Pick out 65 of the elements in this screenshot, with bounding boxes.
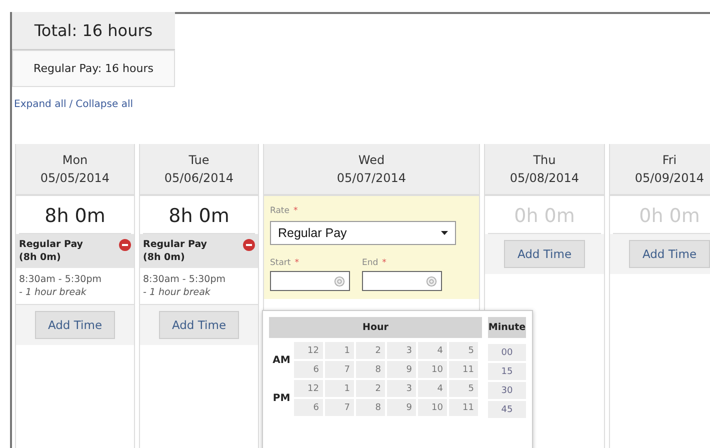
period-label: AM: [272, 354, 292, 366]
input-field[interactable]: [270, 271, 350, 291]
add-time-button[interactable]: Add Time: [504, 240, 585, 268]
hour-option[interactable]: 3: [387, 380, 416, 397]
hour-option[interactable]: 12: [294, 342, 323, 359]
entry-time: 8:30am - 5:30pm: [19, 273, 102, 286]
hour-option[interactable]: 1: [325, 380, 354, 397]
expand-all-link[interactable]: Expand all: [14, 99, 66, 110]
hour-option[interactable]: 4: [418, 342, 447, 359]
pay-rate: Regular Pay: [19, 238, 83, 251]
entry-duration: (8h 0m): [143, 251, 186, 264]
hour-option[interactable]: 2: [356, 342, 385, 359]
hour-option[interactable]: 9: [387, 399, 416, 416]
minute-option[interactable]: 45: [488, 401, 526, 418]
add-time-button[interactable]: Add Time: [629, 240, 710, 268]
hour-option[interactable]: 7: [325, 399, 354, 416]
hour-option[interactable]: 11: [449, 399, 478, 416]
hour-option[interactable]: 8: [356, 361, 385, 378]
input-field[interactable]: [362, 271, 442, 291]
hour-option[interactable]: 9: [387, 361, 416, 378]
minute-header: Minute: [488, 317, 526, 338]
hour-option[interactable]: 1: [325, 342, 354, 359]
field-label: End *: [362, 258, 388, 268]
entry-duration: (8h 0m): [19, 251, 62, 264]
pay-summary: Regular Pay: 16 hours: [12, 50, 175, 87]
hour-header: Hour: [269, 317, 482, 338]
hour-option[interactable]: 5: [449, 380, 478, 397]
add-time-button[interactable]: Add Time: [34, 311, 116, 339]
day-header: Tue 05/06/2014: [140, 144, 258, 196]
break-text: - 1 hour break: [19, 286, 88, 299]
minute-option[interactable]: 15: [488, 363, 526, 380]
add-time-button[interactable]: Add Time: [158, 311, 240, 339]
link-separator: /: [69, 99, 73, 110]
hour-option[interactable]: 6: [294, 361, 323, 378]
minute-option[interactable]: 30: [488, 382, 526, 399]
hour-option[interactable]: 10: [418, 399, 447, 416]
field-label: Start *: [270, 258, 300, 268]
hour-option[interactable]: 11: [449, 361, 478, 378]
hour-option[interactable]: 12: [294, 380, 323, 397]
pay-rate: Regular Pay: [143, 238, 207, 251]
remove-icon[interactable]: [243, 239, 255, 251]
total-hours: Total: 16 hours: [12, 12, 175, 50]
day-header: Thu 05/08/2014: [485, 144, 604, 196]
hour-option[interactable]: 7: [325, 361, 354, 378]
rate-select[interactable]: Regular Pay: [270, 221, 456, 245]
day-header: Wed 05/07/2014: [264, 144, 479, 196]
period-label: PM: [272, 392, 292, 404]
clock-icon: [426, 276, 437, 286]
break-text: - 1 hour break: [143, 286, 212, 299]
hour-option[interactable]: 4: [418, 380, 447, 397]
hour-option[interactable]: 6: [294, 399, 323, 416]
minute-option[interactable]: 00: [488, 344, 526, 361]
entry-time: 8:30am - 5:30pm: [143, 273, 226, 286]
day-header: Mon 05/05/2014: [16, 144, 134, 196]
day-header: Fri 05/09/2014: [610, 144, 710, 196]
hour-option[interactable]: 8: [356, 399, 385, 416]
field-label: Rate *: [270, 206, 299, 216]
hour-option[interactable]: 2: [356, 380, 385, 397]
hour-option[interactable]: 3: [387, 342, 416, 359]
collapse-all-link[interactable]: Collapse all: [76, 99, 133, 110]
caret-icon: [441, 231, 448, 235]
clock-icon: [334, 276, 345, 286]
hour-option[interactable]: 10: [418, 361, 447, 378]
hour-option[interactable]: 5: [449, 342, 478, 359]
remove-icon[interactable]: [119, 239, 131, 251]
